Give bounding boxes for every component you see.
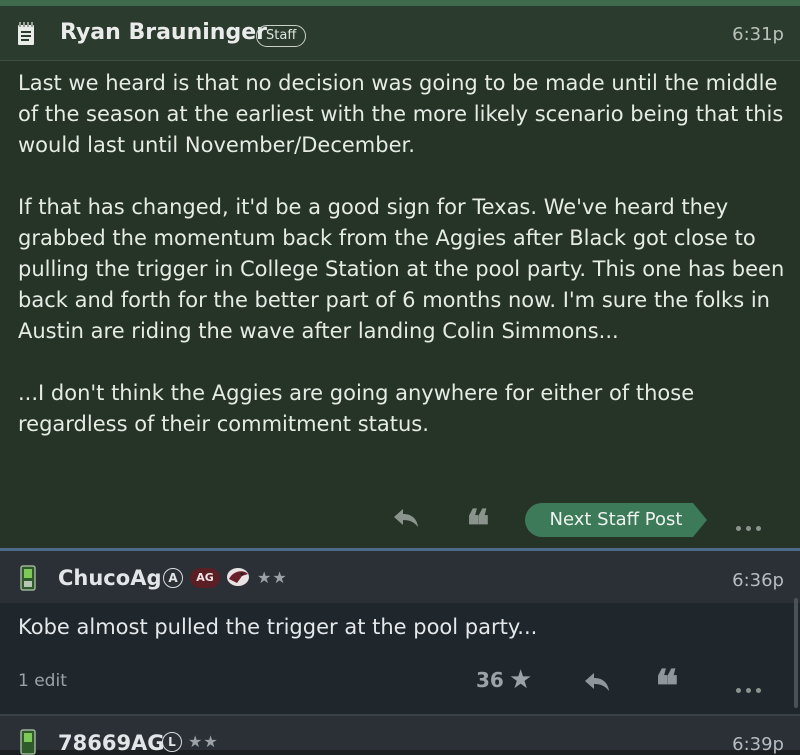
- post-paragraph: ...I don't think the Aggies are going an…: [18, 381, 695, 436]
- quote-icon[interactable]: ❝: [655, 665, 679, 709]
- staff-post: Ryan Brauninger Staff 6:31p Last we hear…: [0, 0, 800, 549]
- quote-icon[interactable]: ❝: [466, 505, 490, 549]
- author-name[interactable]: ChucoAg: [58, 566, 161, 590]
- author-name[interactable]: 78669AG: [58, 731, 165, 755]
- notepad-icon: [18, 22, 34, 45]
- post-time[interactable]: 6:39p: [732, 734, 784, 755]
- star-icon[interactable]: ★: [509, 667, 532, 693]
- phone-icon: [20, 565, 36, 591]
- phone-icon: [20, 729, 36, 755]
- next-staff-post-button[interactable]: Next Staff Post: [525, 503, 707, 537]
- a-badge: A: [163, 568, 183, 588]
- post-actions: ❝ Next Staff Post: [0, 501, 800, 549]
- post-header: Ryan Brauninger Staff 6:31p: [0, 6, 800, 61]
- vote-count: 36: [476, 668, 504, 692]
- l-badge: L: [162, 732, 182, 752]
- edit-count[interactable]: 1 edit: [18, 671, 67, 691]
- more-options-icon[interactable]: [736, 678, 766, 697]
- team-logo-icon: [227, 568, 249, 586]
- reply-post: 78669AG L ★★ 6:39p: [0, 714, 800, 755]
- post-header: ChucoAg A AG ★★ 6:36p: [0, 551, 800, 603]
- post-time[interactable]: 6:36p: [732, 570, 784, 591]
- staff-badge: Staff: [256, 25, 307, 47]
- post-body: Kobe almost pulled the trigger at the po…: [18, 615, 538, 639]
- rating-stars: ★★: [257, 568, 288, 587]
- reply-icon[interactable]: [392, 507, 420, 529]
- ag-badge: AG: [190, 568, 220, 588]
- rating-stars: ★★: [188, 732, 219, 751]
- post-body: Last we heard is that no decision was go…: [18, 68, 788, 471]
- scrollbar[interactable]: [794, 598, 798, 708]
- author-name[interactable]: Ryan Brauninger: [60, 20, 267, 45]
- post-time[interactable]: 6:31p: [732, 24, 784, 45]
- post-paragraph: Last we heard is that no decision was go…: [18, 71, 784, 157]
- post-paragraph: If that has changed, it'd be a good sign…: [18, 195, 785, 343]
- more-options-icon[interactable]: [736, 516, 766, 535]
- reply-post: ChucoAg A AG ★★ 6:36p Kobe almost pulled…: [0, 548, 800, 714]
- reply-icon[interactable]: [583, 671, 611, 693]
